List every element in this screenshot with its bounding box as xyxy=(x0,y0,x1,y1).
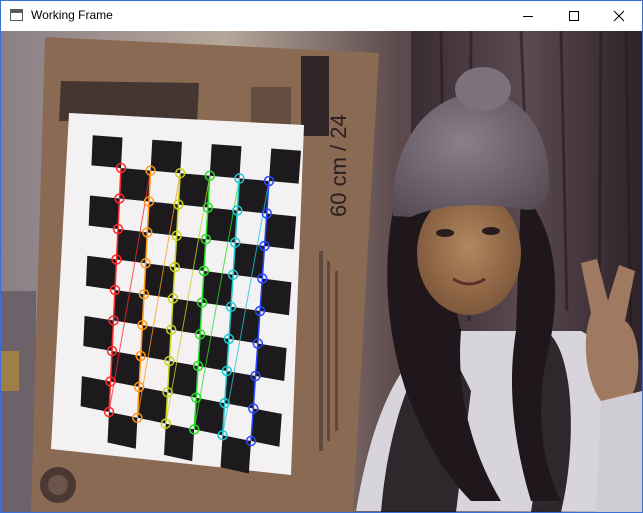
camera-frame: 60 cm / 24 xyxy=(1,31,642,512)
close-icon xyxy=(613,10,625,22)
face xyxy=(417,191,521,315)
camera-image: 60 cm / 24 xyxy=(1,31,642,512)
minimize-icon xyxy=(523,16,533,17)
checker-square xyxy=(269,148,301,184)
app-window: Working Frame 60 cm / 24 xyxy=(0,0,643,513)
board-label: 60 cm / 24 xyxy=(326,114,351,217)
maximize-icon xyxy=(569,11,579,21)
maximize-button[interactable] xyxy=(551,1,597,31)
svg-text:60 cm / 24: 60 cm / 24 xyxy=(326,114,351,217)
window-title: Working Frame xyxy=(31,8,113,22)
minimize-button[interactable] xyxy=(505,1,551,31)
checker-square xyxy=(91,135,123,168)
close-button[interactable] xyxy=(596,1,642,31)
checker-square xyxy=(150,139,182,174)
blanket xyxy=(1,291,36,512)
window-icon xyxy=(10,9,23,21)
title-bar[interactable]: Working Frame xyxy=(1,1,642,31)
checker-square xyxy=(209,144,242,179)
